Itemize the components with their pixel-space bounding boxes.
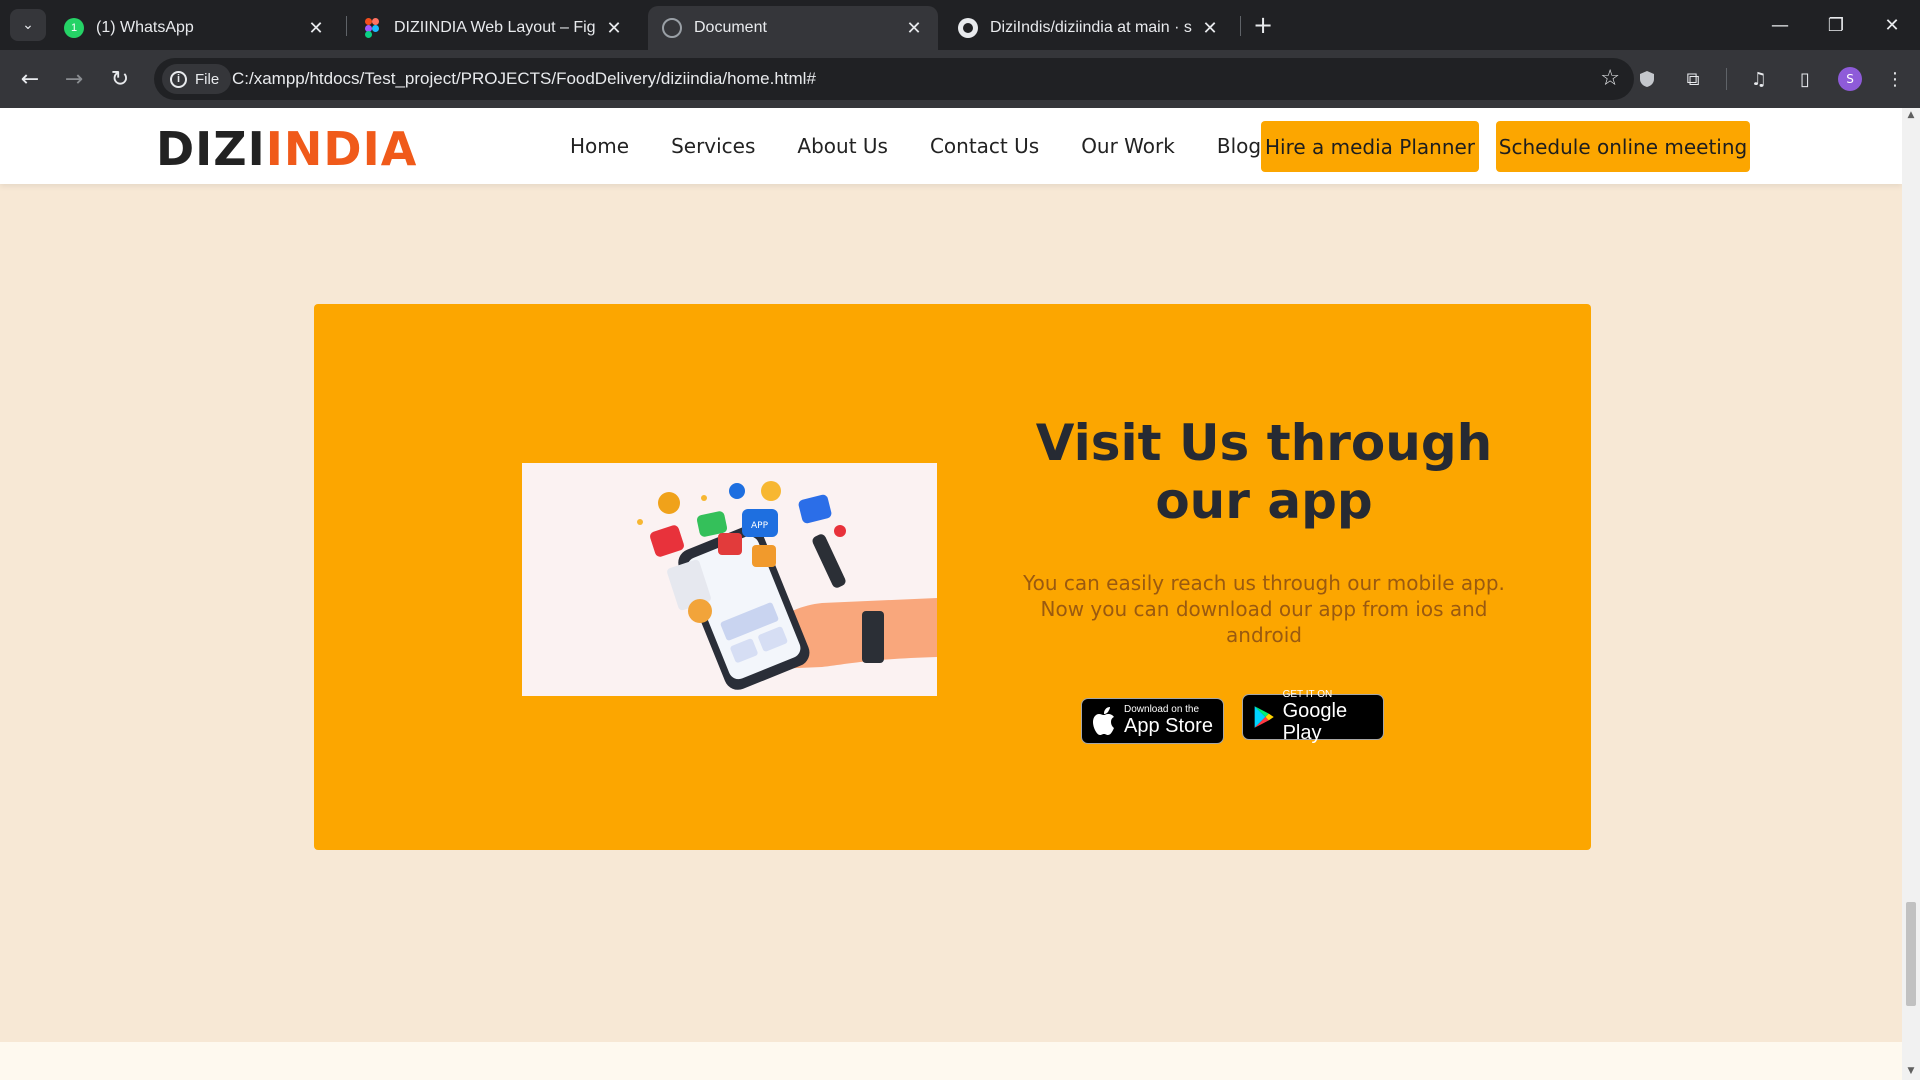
app-store-small-text: Download on the [1124,704,1200,715]
scroll-up-icon[interactable]: ▲ [1906,110,1916,120]
new-tab-button[interactable]: + [1248,10,1278,40]
nav-link-contact[interactable]: Contact Us [930,134,1039,158]
restore-icon: ❐ [1827,14,1845,36]
bookmark-star-icon[interactable]: ☆ [1600,66,1620,91]
arrow-left-icon: ← [20,66,40,92]
chevron-down-icon: ⌄ [22,17,34,33]
profile-avatar[interactable]: S [1838,67,1862,91]
nav-link-our-work[interactable]: Our Work [1081,134,1175,158]
next-section-edge [0,1042,1902,1080]
plus-icon: + [1252,11,1274,39]
tab-whatsapp[interactable]: 1 (1) WhatsApp ✕ [50,6,340,50]
tab-divider [1240,16,1241,36]
app-illustration: APP [522,463,937,696]
google-play-big-text: Google Play [1282,700,1348,744]
site-header: DIZIINDIA Home Services About Us Contact… [0,108,1902,184]
browser-toolbar: ← → ↻ i File C:/xampp/htdocs/Test_projec… [0,50,1920,108]
logo-text-dark: DIZI [156,122,266,176]
page-viewport: DIZIINDIA Home Services About Us Contact… [0,108,1920,1080]
apple-icon [1093,707,1114,735]
side-panel-icon[interactable]: ▯ [1788,62,1822,96]
chip-label: File [195,70,220,88]
app-store-button[interactable]: Download on the App Store [1081,698,1224,744]
media-control-icon[interactable]: ♫ [1742,62,1776,96]
tab-divider [346,16,347,36]
extensions-icon[interactable]: ⧉ [1676,62,1710,96]
minimize-icon: — [1771,14,1789,36]
promo-title: Visit Us through our app [1035,414,1493,530]
minimize-button[interactable]: — [1752,0,1808,50]
close-window-button[interactable]: ✕ [1864,0,1920,50]
main-nav: Home Services About Us Contact Us Our Wo… [570,108,1303,184]
nav-link-services[interactable]: Services [671,134,755,158]
tab-title: (1) WhatsApp [96,19,194,36]
tab-search-button[interactable]: ⌄ [10,9,46,41]
site-info-chip[interactable]: i File [162,64,232,94]
promo-text-block: Visit Us through our app You can easily … [994,414,1534,648]
logo-text-orange: INDIA [265,122,418,176]
address-bar[interactable]: i File C:/xampp/htdocs/Test_project/PROJ… [154,58,1634,100]
tab-title: Document [694,19,767,36]
close-icon[interactable]: ✕ [1200,18,1220,39]
tab-document[interactable]: Document ✕ [648,6,938,50]
figma-icon [362,18,382,38]
forward-button[interactable]: → [56,62,92,96]
restore-button[interactable]: ❐ [1808,0,1864,50]
schedule-meeting-button[interactable]: Schedule online meeting [1496,121,1750,172]
google-play-icon [1254,706,1274,728]
arrow-right-icon: → [64,66,84,92]
browser-tab-bar: ⌄ 1 (1) WhatsApp ✕ DIZIINDIA Web Layout … [0,0,1920,50]
menu-kebab-icon[interactable]: ⋮ [1878,62,1912,96]
google-play-small-text: GET IT ON [1282,689,1333,700]
tab-github[interactable]: DiziIndis/diziindia at main · shar ✕ [944,6,1234,50]
close-icon: ✕ [1884,14,1900,36]
toolbar-divider [1726,68,1727,90]
avatar-initial: S [1846,72,1854,86]
tab-title: DIZIINDIA Web Layout – Figma [394,19,596,36]
shield-icon[interactable] [1630,62,1664,96]
close-icon[interactable]: ✕ [904,18,924,39]
promo-description: You can easily reach us through our mobi… [1023,571,1505,647]
nav-link-home[interactable]: Home [570,134,629,158]
store-buttons: Download on the App Store GET IT ON Goog… [1081,690,1402,744]
info-icon: i [170,70,187,88]
close-icon[interactable]: ✕ [306,18,326,39]
reload-button[interactable]: ↻ [102,62,138,96]
url-text[interactable]: C:/xampp/htdocs/Test_project/PROJECTS/Fo… [232,69,816,89]
google-play-button[interactable]: GET IT ON Google Play [1242,690,1384,744]
scroll-down-icon[interactable]: ▼ [1906,1066,1916,1076]
back-button[interactable]: ← [12,62,48,96]
tab-figma[interactable]: DIZIINDIA Web Layout – Figma ✕ [348,6,638,50]
nav-link-about[interactable]: About Us [797,134,888,158]
whatsapp-icon: 1 [64,18,84,38]
reload-icon: ↻ [110,66,130,92]
tab-title: DiziIndis/diziindia at main · shar [990,19,1192,36]
globe-icon [662,18,682,38]
app-promo-section: APP Visit Us through our app You can eas… [314,304,1591,850]
close-icon[interactable]: ✕ [604,18,624,39]
app-store-big-text: App Store [1124,715,1213,737]
svg-text:APP: APP [751,521,769,531]
hire-media-planner-button[interactable]: Hire a media Planner [1261,121,1479,172]
nav-link-blog[interactable]: Blog [1217,134,1261,158]
scrollbar-thumb[interactable] [1906,902,1916,1006]
site-logo[interactable]: DIZIINDIA [156,122,417,176]
page-scrollbar[interactable]: ▲ ▼ [1902,108,1920,1080]
github-icon [958,18,978,38]
